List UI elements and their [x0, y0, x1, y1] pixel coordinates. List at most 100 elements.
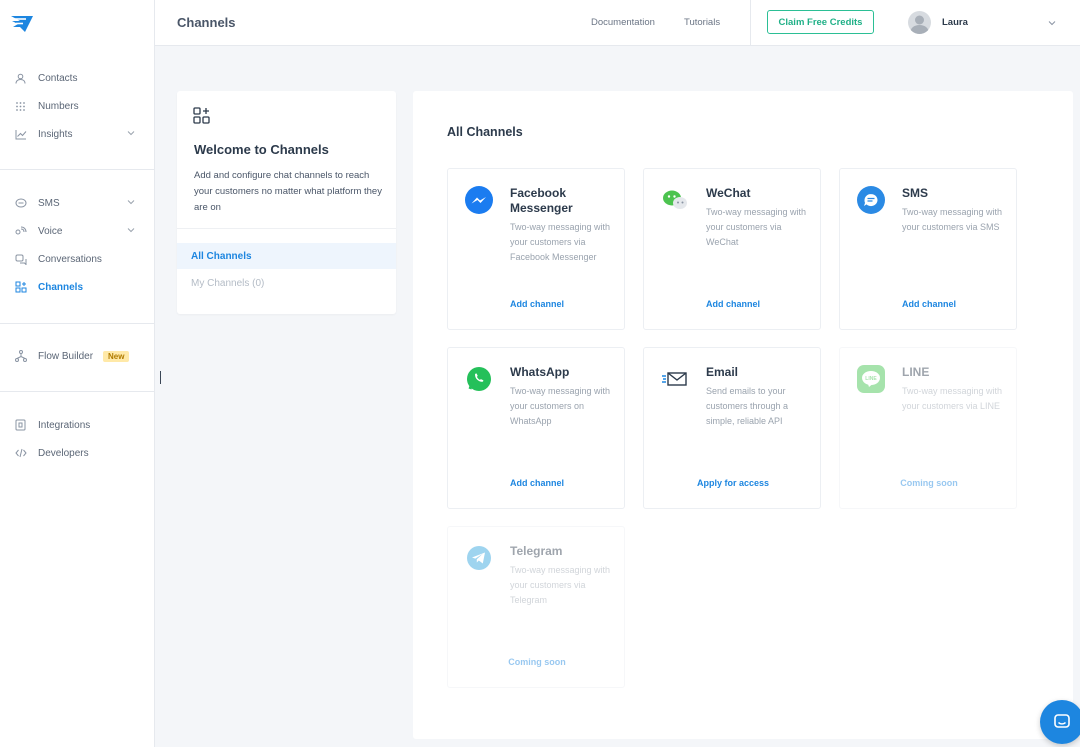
- chevron-down-icon[interactable]: [127, 129, 135, 137]
- channel-description: Two-way messaging with your customers on…: [510, 386, 611, 426]
- channel-description: Two-way messaging with your customers vi…: [706, 207, 807, 247]
- sidebar-divider: [0, 169, 154, 170]
- line-icon: LINE: [857, 365, 885, 393]
- tab-all-channels[interactable]: All Channels: [177, 243, 396, 269]
- channel-description: Two-way messaging with your customers vi…: [902, 386, 1003, 411]
- person-icon: [14, 72, 27, 85]
- sidebar-item-label: Developers: [38, 447, 89, 459]
- channel-name: Facebook Messenger: [510, 186, 573, 215]
- sidebar-item-label: Voice: [38, 225, 63, 237]
- add-channel-button[interactable]: Add channel: [644, 299, 822, 309]
- channel-card-facebook-messenger: Facebook Messenger Two-way messaging wit…: [447, 168, 625, 330]
- coming-soon-label: Coming soon: [900, 478, 958, 488]
- channel-card-sms: SMS Two-way messaging with your customer…: [839, 168, 1017, 330]
- svg-text:LINE: LINE: [865, 376, 877, 382]
- channel-card-wechat: WeChat Two-way messaging with your custo…: [643, 168, 821, 330]
- sidebar-item-numbers[interactable]: Numbers: [0, 92, 154, 120]
- sidebar-divider: [0, 391, 154, 392]
- new-badge: New: [103, 350, 130, 362]
- chevron-down-icon[interactable]: [127, 198, 135, 206]
- welcome-title: Welcome to Channels: [194, 142, 329, 157]
- page-title: Channels: [177, 15, 236, 30]
- add-channel-button[interactable]: Add channel: [840, 299, 1018, 309]
- user-name[interactable]: Laura: [942, 17, 968, 28]
- sidebar-item-label: Channels: [38, 281, 84, 293]
- avatar[interactable]: [908, 11, 931, 34]
- messagebird-logo-icon[interactable]: [10, 14, 34, 34]
- channel-name: WeChat: [706, 186, 751, 200]
- sidebar-item-label: Insights: [38, 128, 73, 140]
- channel-card-telegram: Telegram Two-way messaging with your cus…: [447, 526, 625, 688]
- tab-my-channels[interactable]: My Channels (0): [177, 270, 396, 296]
- channel-description: Two-way messaging with your customers vi…: [510, 222, 611, 262]
- all-channels-panel: All Channels Facebook Messenger Two-way …: [413, 91, 1073, 739]
- channel-name: Email: [706, 365, 739, 379]
- sidebar-item-flow-builder[interactable]: Flow Builder New: [0, 342, 154, 370]
- channel-name: LINE: [902, 365, 930, 379]
- sidebar-item-integrations[interactable]: Integrations: [0, 411, 154, 439]
- email-icon: [662, 372, 687, 386]
- wechat-icon: [663, 190, 687, 209]
- topbar: Channels Documentation Tutorials Claim F…: [155, 0, 1080, 46]
- channel-card-line: LINE LINE Two-way messaging with your cu…: [839, 347, 1017, 509]
- channels-icon: [193, 107, 210, 124]
- sidebar-item-label: SMS: [38, 197, 60, 209]
- coming-soon-label: Coming soon: [508, 657, 566, 667]
- welcome-description: Add and configure chat channels to reach…: [194, 170, 382, 213]
- channel-card-whatsapp: WhatsApp Two-way messaging with your cus…: [447, 347, 625, 509]
- user-avatar-icon: [910, 15, 929, 34]
- nav-group-dev: Integrations Developers: [0, 411, 154, 467]
- apply-for-access-button[interactable]: Apply for access: [644, 478, 822, 488]
- line-chart-icon: [14, 128, 27, 141]
- sidebar-item-label: Integrations: [38, 419, 91, 431]
- telegram-icon: [467, 546, 491, 570]
- text-cursor: [160, 371, 161, 384]
- sidebar-item-label: Flow Builder: [38, 350, 94, 362]
- integrations-icon: [14, 419, 27, 432]
- support-chat-button[interactable]: [1040, 700, 1080, 744]
- tutorials-link[interactable]: Tutorials: [684, 17, 720, 28]
- channel-description: Two-way messaging with your customers vi…: [510, 565, 611, 605]
- sidebar-item-sms[interactable]: SMS: [0, 189, 154, 217]
- section-title: All Channels: [447, 125, 523, 139]
- facebook-messenger-icon: [465, 186, 493, 214]
- sidebar-item-insights[interactable]: Insights: [0, 120, 154, 148]
- sidebar-item-developers[interactable]: Developers: [0, 439, 154, 467]
- sidebar-divider: [0, 323, 154, 324]
- add-channel-button[interactable]: Add channel: [448, 299, 626, 309]
- claim-free-credits-button[interactable]: Claim Free Credits: [767, 10, 874, 34]
- message-icon: [14, 197, 27, 210]
- chevron-down-icon[interactable]: [127, 226, 135, 234]
- sidebar: Contacts Numbers Insights SMS Voice Conv…: [0, 0, 155, 747]
- code-icon: [14, 447, 27, 460]
- channel-name: SMS: [902, 186, 929, 200]
- add-channel-button[interactable]: Add channel: [448, 478, 626, 488]
- sidebar-item-label: Numbers: [38, 100, 79, 112]
- nav-group-messaging: SMS Voice Conversations Channels: [0, 189, 154, 301]
- nav-group-main: Contacts Numbers Insights: [0, 64, 154, 148]
- conversations-icon: [14, 253, 27, 266]
- sidebar-item-contacts[interactable]: Contacts: [0, 64, 154, 92]
- whatsapp-icon: [467, 367, 491, 391]
- flow-icon: [14, 350, 27, 363]
- channel-description: Send emails to your customers through a …: [706, 386, 789, 426]
- channel-description: Two-way messaging with your customers vi…: [902, 207, 1003, 232]
- sidebar-item-voice[interactable]: Voice: [0, 217, 154, 245]
- sidebar-item-conversations[interactable]: Conversations: [0, 245, 154, 273]
- chat-icon: [1054, 714, 1070, 728]
- sidebar-item-label: Conversations: [38, 253, 102, 265]
- channel-name: Telegram: [510, 544, 563, 558]
- chevron-down-icon[interactable]: [1047, 18, 1057, 28]
- grid-dots-icon: [14, 100, 27, 113]
- sidebar-item-channels[interactable]: Channels: [0, 273, 154, 301]
- documentation-link[interactable]: Documentation: [591, 17, 655, 28]
- welcome-panel: Welcome to Channels Add and configure ch…: [177, 91, 396, 314]
- channel-card-email: Email Send emails to your customers thro…: [643, 347, 821, 509]
- sms-icon: [857, 186, 885, 214]
- nav-group-flow: Flow Builder New: [0, 342, 154, 370]
- topbar-divider: [750, 0, 751, 46]
- channel-name: WhatsApp: [510, 365, 570, 379]
- panel-divider: [177, 228, 396, 229]
- channels-icon: [14, 281, 27, 294]
- sidebar-item-label: Contacts: [38, 72, 78, 84]
